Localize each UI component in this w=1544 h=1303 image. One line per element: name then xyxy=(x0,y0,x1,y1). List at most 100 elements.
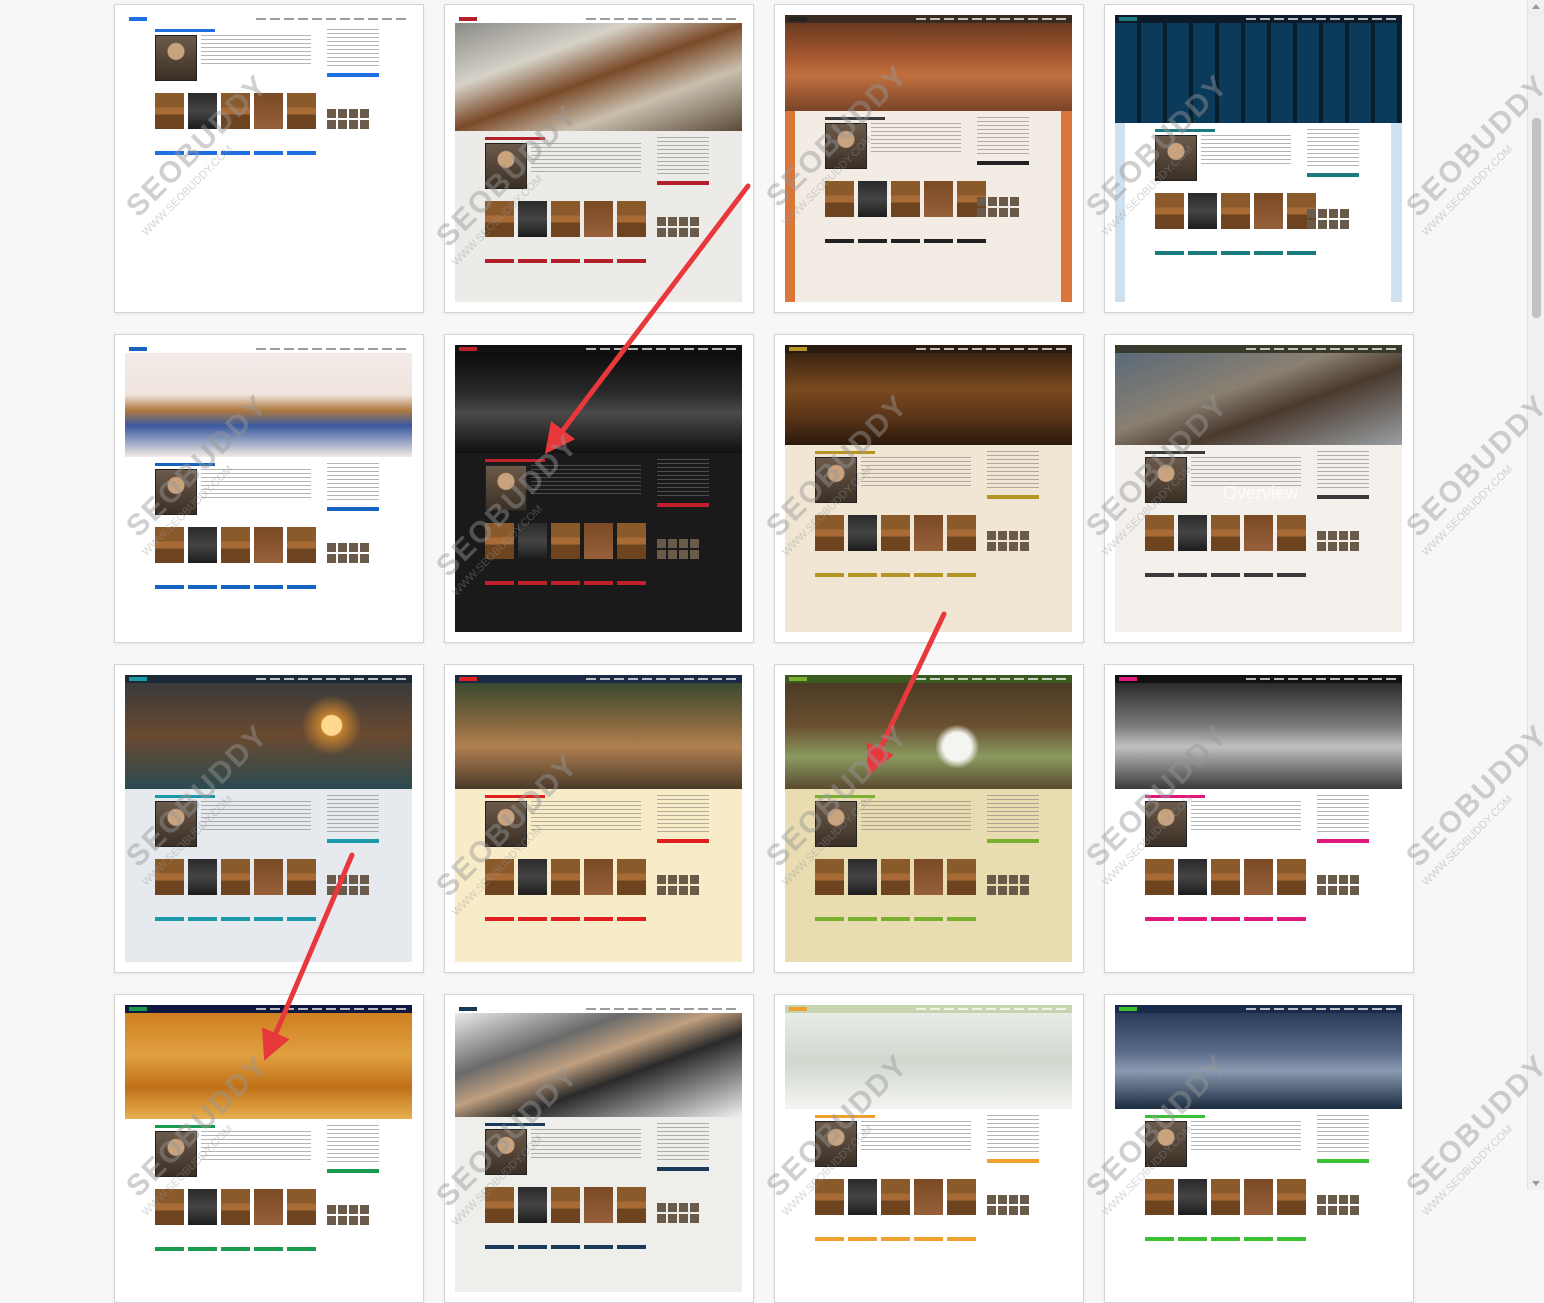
theme-navbar xyxy=(125,15,412,23)
theme-preview-card-16[interactable] xyxy=(1104,994,1414,1303)
article-portrait-image xyxy=(155,469,197,515)
add-to-cart-button xyxy=(1277,573,1306,577)
article-portrait-image xyxy=(815,1121,857,1167)
article-title xyxy=(1145,795,1205,798)
page-scrollbar[interactable] xyxy=(1527,0,1544,1190)
product-thumbnail xyxy=(848,859,877,895)
scroll-down-arrow-icon[interactable] xyxy=(1532,1181,1540,1186)
scrollbar-thumb[interactable] xyxy=(1532,118,1541,318)
gallery-thumb xyxy=(1010,208,1019,217)
gallery-thumb xyxy=(1317,886,1326,895)
theme-content-area xyxy=(125,457,412,632)
gallery-thumb xyxy=(1328,531,1337,540)
gallery-thumb xyxy=(1009,1206,1018,1215)
theme-preview-card-12[interactable] xyxy=(1104,664,1414,973)
theme-preview-card-1[interactable] xyxy=(114,4,424,313)
product-thumbnail xyxy=(848,1179,877,1215)
gallery-thumb xyxy=(657,228,666,237)
add-to-cart-button xyxy=(848,573,877,577)
theme-preview-card-13[interactable] xyxy=(114,994,424,1303)
product-thumbnail xyxy=(1277,859,1306,895)
gallery-thumb xyxy=(360,543,369,552)
product-buttons xyxy=(155,585,316,589)
product-thumbnail xyxy=(287,859,316,895)
theme-preview-card-5[interactable] xyxy=(114,334,424,643)
theme-preview-card-15[interactable] xyxy=(774,994,1084,1303)
scroll-up-arrow-icon[interactable] xyxy=(1532,4,1540,9)
add-to-cart-button xyxy=(254,917,283,921)
watermark-url: WWW.SEOBUDDY.COM xyxy=(1420,1123,1516,1219)
gallery-thumb xyxy=(1307,220,1316,229)
theme-preview-card-6[interactable] xyxy=(444,334,754,643)
sidebar-widgets xyxy=(657,137,709,177)
theme-preview-card-3[interactable] xyxy=(774,4,1084,313)
theme-preview-card-8[interactable]: Overview xyxy=(1104,334,1414,643)
theme-hero-image xyxy=(785,23,1072,111)
gallery-thumb xyxy=(1020,1206,1029,1215)
gallery-thumb xyxy=(977,197,986,206)
watermark-text: SEOBUDDY xyxy=(1400,1048,1544,1204)
product-thumbnail xyxy=(485,859,514,895)
sidebar-subscribe-button xyxy=(987,839,1039,843)
gallery-thumb xyxy=(360,120,369,129)
gallery-thumb xyxy=(1020,875,1029,884)
theme-preview-card-10[interactable] xyxy=(444,664,754,973)
product-row xyxy=(825,181,986,217)
gallery-thumb xyxy=(657,217,666,226)
article-title xyxy=(155,463,215,466)
gallery-thumb xyxy=(349,886,358,895)
product-row xyxy=(485,523,646,559)
theme-preview-card-14[interactable] xyxy=(444,994,754,1303)
sidebar-subscribe-button xyxy=(1317,839,1369,843)
product-thumbnail xyxy=(947,1179,976,1215)
theme-preview-card-9[interactable] xyxy=(114,664,424,973)
gallery-thumb xyxy=(690,539,699,548)
gallery-thumb xyxy=(349,109,358,118)
sidebar-widgets xyxy=(327,29,379,69)
product-row xyxy=(1145,1179,1306,1215)
article-text xyxy=(201,801,311,831)
theme-sidebar xyxy=(327,463,379,618)
theme-preview-card-4[interactable] xyxy=(1104,4,1414,313)
theme-navbar xyxy=(1115,675,1402,683)
theme-hero-image xyxy=(1115,23,1402,123)
article-title xyxy=(155,795,215,798)
theme-preview-card-7[interactable] xyxy=(774,334,1084,643)
theme-hero-image xyxy=(785,1013,1072,1109)
product-thumbnail xyxy=(188,859,217,895)
add-to-cart-button xyxy=(254,151,283,155)
product-row xyxy=(1145,859,1306,895)
article-title xyxy=(155,29,215,32)
article-title xyxy=(485,1123,545,1126)
add-to-cart-button xyxy=(287,585,316,589)
sidebar-subscribe-button xyxy=(987,495,1039,499)
article-text xyxy=(1191,801,1301,831)
add-to-cart-button xyxy=(947,1237,976,1241)
sidebar-widgets xyxy=(1317,451,1369,491)
sidebar-gallery xyxy=(1317,531,1359,551)
gallery-thumb xyxy=(1329,220,1338,229)
article-text xyxy=(1201,135,1291,165)
product-thumbnail xyxy=(485,201,514,237)
gallery-thumb xyxy=(668,217,677,226)
theme-content-area xyxy=(1115,445,1402,632)
add-to-cart-button xyxy=(815,573,844,577)
product-buttons xyxy=(1145,573,1306,577)
gallery-thumb xyxy=(690,1203,699,1212)
gallery-thumb xyxy=(1350,531,1359,540)
product-thumbnail xyxy=(1211,515,1240,551)
theme-sidebar xyxy=(1317,451,1369,618)
gallery-thumb xyxy=(987,531,996,540)
product-row xyxy=(155,93,316,129)
theme-nav-links xyxy=(1246,678,1396,680)
product-thumbnail xyxy=(155,527,184,563)
gallery-thumb xyxy=(327,886,336,895)
theme-preview-card-11[interactable] xyxy=(774,664,1084,973)
theme-preview-card-2[interactable] xyxy=(444,4,754,313)
gallery-thumb xyxy=(338,554,347,563)
sidebar-gallery xyxy=(657,875,699,895)
gallery-thumb xyxy=(1340,209,1349,218)
theme-screenshot xyxy=(455,15,742,302)
gallery-thumb xyxy=(657,1203,666,1212)
theme-screenshot xyxy=(125,675,412,962)
